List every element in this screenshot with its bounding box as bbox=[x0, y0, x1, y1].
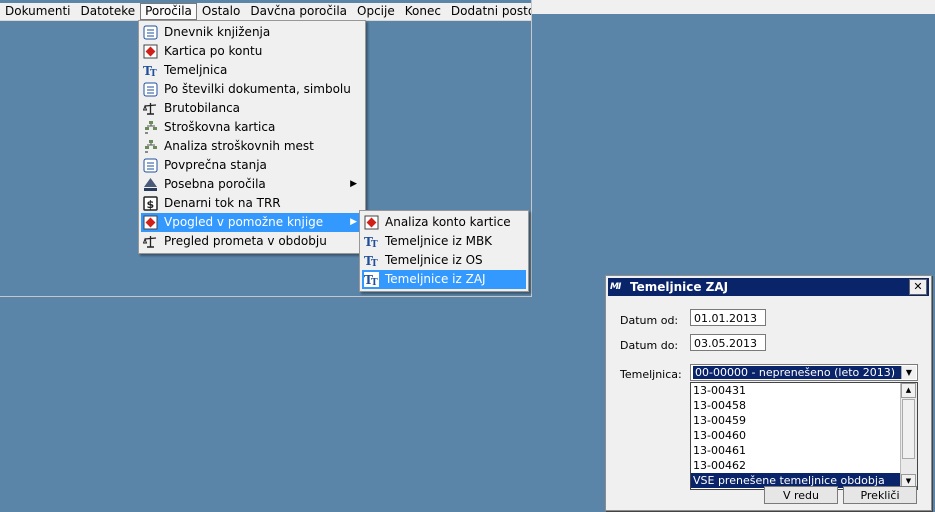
list-scrollbar[interactable]: ▲ ▼ bbox=[900, 383, 917, 489]
datum-od-field[interactable]: 01.01.2013 bbox=[690, 309, 766, 326]
tt-icon: TT bbox=[143, 64, 157, 78]
svg-text:T: T bbox=[150, 69, 157, 78]
list-item[interactable]: 13-00459 bbox=[691, 413, 917, 428]
submenu-item-temeljnice-mbk[interactable]: TT Temeljnice iz MBK bbox=[362, 232, 526, 251]
menu-item-label: Kartica po kontu bbox=[164, 44, 263, 58]
tt-icon: TT bbox=[364, 235, 378, 249]
menu-item-label: Pregled prometa v obdobju bbox=[164, 234, 327, 248]
tt-icon: TT bbox=[364, 254, 378, 268]
menu-item-povprecna-stanja[interactable]: Povprečna stanja bbox=[141, 156, 363, 175]
svg-text:$: $ bbox=[147, 198, 155, 211]
window-right-strip bbox=[532, 0, 935, 14]
scale-icon bbox=[143, 103, 157, 115]
close-icon[interactable]: ✕ bbox=[909, 279, 927, 295]
cancel-button[interactable]: Prekliči bbox=[843, 486, 917, 504]
svg-text:T: T bbox=[371, 240, 378, 249]
porocila-dropdown: Dnevnik knjiženja Kartica po kontu TT Te… bbox=[138, 20, 366, 254]
submenu-item-analiza-konto-kartice[interactable]: Analiza konto kartice bbox=[362, 213, 526, 232]
dialog-title: Temeljnice ZAJ bbox=[630, 280, 729, 294]
menu-item-label: Stroškovna kartica bbox=[164, 120, 276, 134]
datum-do-label: Datum do: bbox=[620, 339, 679, 352]
tree-icon bbox=[145, 140, 157, 153]
ok-button[interactable]: V redu bbox=[764, 486, 838, 504]
submenu-item-temeljnice-os[interactable]: TT Temeljnice iz OS bbox=[362, 251, 526, 270]
menu-item-label: Brutobilanca bbox=[164, 101, 241, 115]
menu-item-label: Analiza stroškovnih mest bbox=[164, 139, 314, 153]
temeljnice-zaj-dialog: MI Temeljnice ZAJ ✕ Datum od: 01.01.2013… bbox=[605, 275, 932, 511]
dialog-title-bar[interactable]: MI Temeljnice ZAJ ✕ bbox=[608, 278, 929, 296]
svg-text:T: T bbox=[371, 278, 378, 287]
menu-item-label: Dnevnik knjiženja bbox=[164, 25, 271, 39]
list-item[interactable]: 13-00458 bbox=[691, 398, 917, 413]
list-item[interactable]: 13-00431 bbox=[691, 383, 917, 398]
menu-item-po-stevilki-dokumenta[interactable]: Po številki dokumenta, simbolu bbox=[141, 80, 363, 99]
chevron-down-icon[interactable]: ▼ bbox=[901, 366, 916, 379]
card-icon bbox=[143, 215, 158, 230]
temeljnica-label: Temeljnica: bbox=[620, 368, 682, 381]
menu-item-label: Temeljnice iz OS bbox=[385, 253, 483, 267]
menu-item-vpogled-v-pomozne-knjige[interactable]: Vpogled v pomožne knjige ▶ bbox=[141, 213, 363, 232]
dollar-icon: $ bbox=[143, 196, 158, 211]
duns-icon bbox=[144, 178, 157, 191]
menu-porocila[interactable]: Poročila bbox=[140, 3, 197, 20]
menu-item-label: Po številki dokumenta, simbolu bbox=[164, 82, 351, 96]
menu-konec[interactable]: Konec bbox=[400, 3, 446, 20]
scroll-up-icon[interactable]: ▲ bbox=[901, 383, 916, 398]
menu-opcije[interactable]: Opcije bbox=[352, 3, 400, 20]
list-item[interactable]: 13-00462 bbox=[691, 458, 917, 473]
menu-davcna-porocila[interactable]: Davčna poročila bbox=[245, 3, 352, 20]
menu-item-temeljnica[interactable]: TT Temeljnica bbox=[141, 61, 363, 80]
list-item[interactable]: 13-00461 bbox=[691, 443, 917, 458]
app-logo-icon: MI bbox=[610, 282, 621, 292]
list-icon bbox=[143, 25, 158, 40]
menu-item-label: Temeljnice iz MBK bbox=[385, 234, 493, 248]
submenu-arrow-icon: ▶ bbox=[350, 179, 357, 189]
menu-item-analiza-stroskovnih-mest[interactable]: Analiza stroškovnih mest bbox=[141, 137, 363, 156]
menu-item-label: Analiza konto kartice bbox=[385, 215, 511, 229]
card-icon bbox=[143, 44, 158, 59]
menu-ostalo[interactable]: Ostalo bbox=[197, 3, 245, 20]
menu-item-stroskovna-kartica[interactable]: Stroškovna kartica bbox=[141, 118, 363, 137]
menu-item-label: Vpogled v pomožne knjige bbox=[164, 215, 324, 229]
menu-item-label: Denarni tok na TRR bbox=[164, 196, 281, 210]
menu-item-label: Temeljnice iz ZAJ bbox=[385, 272, 486, 286]
menubar: Dokumenti Datoteke Poročila Ostalo Davčn… bbox=[0, 3, 531, 21]
scroll-thumb[interactable] bbox=[902, 399, 915, 459]
menu-item-posebna-porocila[interactable]: Posebna poročila ▶ bbox=[141, 175, 363, 194]
submenu-item-temeljnice-zaj[interactable]: TT Temeljnice iz ZAJ bbox=[362, 270, 526, 289]
tree-icon bbox=[145, 121, 157, 134]
menu-item-brutobilanca[interactable]: Brutobilanca bbox=[141, 99, 363, 118]
submenu-arrow-icon: ▶ bbox=[350, 217, 357, 227]
menu-item-label: Posebna poročila bbox=[164, 177, 266, 191]
menu-dodatni-postopki[interactable]: Dodatni postopk bbox=[446, 3, 531, 20]
menu-item-label: Temeljnica bbox=[164, 63, 228, 77]
datum-do-field[interactable]: 03.05.2013 bbox=[690, 334, 766, 351]
temeljnica-select[interactable]: 00-00000 - neprenešeno (leto 2013) ▼ bbox=[690, 364, 918, 381]
datum-od-label: Datum od: bbox=[620, 314, 679, 327]
list-icon bbox=[143, 82, 158, 97]
menu-item-denarni-tok[interactable]: $ Denarni tok na TRR bbox=[141, 194, 363, 213]
list-item[interactable]: 13-00460 bbox=[691, 428, 917, 443]
menu-item-dnevnik-knjizenja[interactable]: Dnevnik knjiženja bbox=[141, 23, 363, 42]
tt-icon: TT bbox=[364, 272, 379, 287]
menu-item-pregled-prometa[interactable]: Pregled prometa v obdobju bbox=[141, 232, 363, 251]
temeljnica-selected-value: 00-00000 - neprenešeno (leto 2013) bbox=[693, 366, 901, 379]
temeljnica-dropdown-list[interactable]: 13-00431 13-00458 13-00459 13-00460 13-0… bbox=[690, 382, 918, 490]
svg-text:T: T bbox=[371, 259, 378, 268]
pomozne-knjige-submenu: Analiza konto kartice TT Temeljnice iz M… bbox=[359, 210, 529, 292]
card-icon bbox=[364, 215, 379, 230]
list-icon bbox=[143, 158, 158, 173]
menu-item-label: Povprečna stanja bbox=[164, 158, 267, 172]
scale-icon bbox=[143, 236, 157, 248]
menu-dokumenti[interactable]: Dokumenti bbox=[0, 3, 75, 20]
menu-item-kartica-po-kontu[interactable]: Kartica po kontu bbox=[141, 42, 363, 61]
menu-datoteke[interactable]: Datoteke bbox=[75, 3, 140, 20]
